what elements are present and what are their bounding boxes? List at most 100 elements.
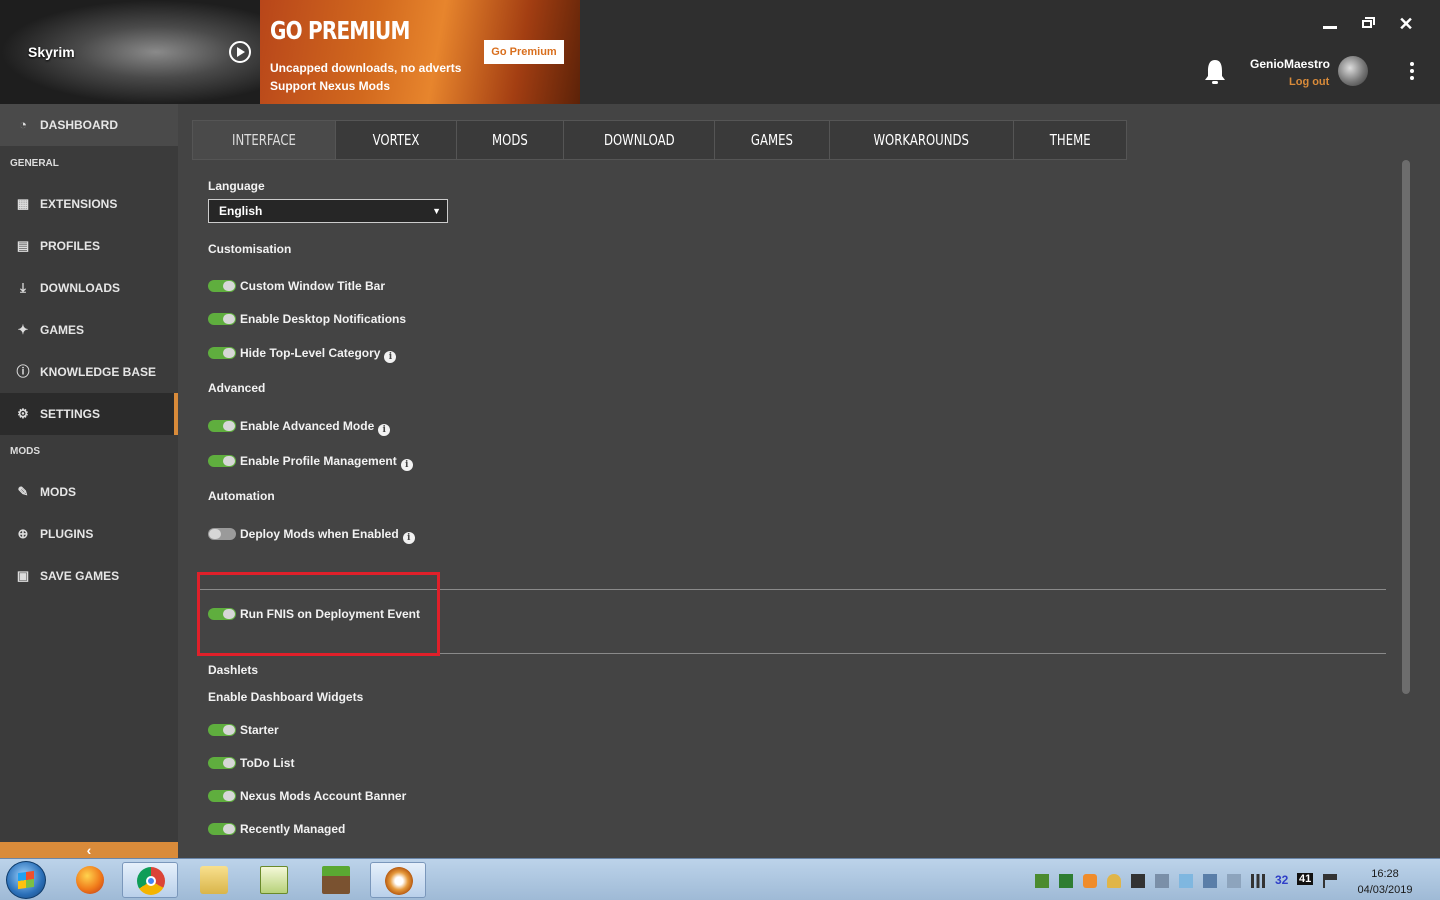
chevron-down-icon: ▼ bbox=[432, 206, 441, 216]
tray-app-icon[interactable] bbox=[1059, 874, 1073, 888]
toggle-label: Custom Window Title Bar bbox=[240, 279, 386, 293]
plus-circle-icon: ⊕ bbox=[17, 526, 29, 541]
taskbar-chrome[interactable] bbox=[122, 862, 178, 898]
toggle-recently-managed[interactable] bbox=[208, 823, 236, 835]
premium-line2: Support Nexus Mods bbox=[270, 79, 391, 93]
toggle-custom-window-title-bar[interactable] bbox=[208, 280, 236, 292]
toggle-desktop-notifications[interactable] bbox=[208, 313, 236, 325]
wrench-icon: ✎ bbox=[17, 484, 29, 499]
go-premium-button[interactable]: Go Premium bbox=[484, 40, 564, 64]
flag-icon[interactable] bbox=[1323, 874, 1337, 888]
tab-interface[interactable]: INTERFACE bbox=[192, 120, 335, 160]
tab-vortex[interactable]: VORTEX bbox=[334, 120, 456, 160]
taskbar: 32 41 16:28 04/03/2019 bbox=[0, 858, 1440, 900]
toggle-label-hide-top-level: Hide Top-Level Category i bbox=[240, 346, 397, 363]
sidebar-item-mods[interactable]: ✎ MODS bbox=[0, 471, 178, 513]
toggle-label-advanced-mode: Enable Advanced Mode i bbox=[240, 419, 391, 436]
sidebar-item-profiles[interactable]: ▤ PROFILES bbox=[0, 225, 178, 267]
logout-link[interactable]: Log out bbox=[1289, 76, 1329, 88]
info-icon[interactable]: i bbox=[402, 532, 415, 544]
settings-scrollbar[interactable] bbox=[1402, 160, 1410, 694]
section-heading-mods: MODS bbox=[10, 446, 40, 457]
sidebar-item-label: MODS bbox=[40, 485, 76, 499]
gamepad-icon: ✦ bbox=[17, 322, 29, 337]
save-icon: ▣ bbox=[16, 568, 30, 583]
tray-monitor-icon[interactable] bbox=[1131, 874, 1145, 888]
play-icon[interactable] bbox=[229, 41, 251, 63]
toggle-label-deploy-mods: Deploy Mods when Enabled i bbox=[240, 527, 415, 544]
nvidia-icon[interactable] bbox=[1035, 874, 1049, 888]
sidebar-item-save-games[interactable]: ▣ SAVE GAMES bbox=[0, 555, 178, 597]
toggle-label: Recently Managed bbox=[240, 822, 346, 836]
close-icon[interactable]: ✕ bbox=[1393, 12, 1419, 36]
clock-date: 04/03/2019 bbox=[1357, 884, 1413, 896]
taskbar-minecraft[interactable] bbox=[308, 862, 364, 898]
info-icon[interactable]: i bbox=[400, 459, 413, 471]
speaker-icon[interactable] bbox=[1227, 874, 1241, 888]
toggle-label: Starter bbox=[240, 723, 279, 737]
minimize-icon[interactable] bbox=[1317, 12, 1343, 36]
language-select[interactable]: English ▼ bbox=[208, 199, 448, 223]
game-tile[interactable]: Skyrim bbox=[0, 0, 260, 104]
tab-download[interactable]: DOWNLOAD bbox=[562, 120, 715, 160]
sidebar-item-extensions[interactable]: ▦ EXTENSIONS bbox=[0, 183, 178, 225]
sidebar-item-plugins[interactable]: ⊕ PLUGINS bbox=[0, 513, 178, 555]
toggle-account-banner[interactable] bbox=[208, 790, 236, 802]
toggle-advanced-mode[interactable] bbox=[208, 420, 236, 432]
start-button[interactable] bbox=[6, 861, 46, 899]
sidebar-item-label: PLUGINS bbox=[40, 527, 94, 541]
language-label: Language bbox=[208, 179, 265, 193]
game-name: Skyrim bbox=[28, 44, 75, 60]
sidebar: ◔ DASHBOARD GENERAL ▦ EXTENSIONS ▤ PROFI… bbox=[0, 104, 178, 858]
toggle-todo-list[interactable] bbox=[208, 757, 236, 769]
avatar[interactable] bbox=[1338, 56, 1368, 86]
sidebar-item-settings[interactable]: ⚙ SETTINGS bbox=[0, 393, 178, 435]
sidebar-item-downloads[interactable]: ⤓ DOWNLOADS bbox=[0, 267, 178, 309]
toggle-deploy-mods-when-enabled[interactable] bbox=[208, 528, 236, 540]
toggle-label-profile-management: Enable Profile Management i bbox=[240, 454, 413, 471]
chrome-icon bbox=[137, 867, 165, 895]
toggle-starter[interactable] bbox=[208, 724, 236, 736]
clock-time: 16:28 bbox=[1371, 868, 1399, 880]
toggle-profile-management[interactable] bbox=[208, 455, 236, 467]
taskbar-notepad[interactable] bbox=[246, 862, 302, 898]
sidebar-item-games[interactable]: ✦ GAMES bbox=[0, 309, 178, 351]
tray-number-32[interactable]: 32 bbox=[1275, 873, 1288, 887]
tray-number-41[interactable]: 41 bbox=[1297, 873, 1314, 885]
tab-theme[interactable]: THEME bbox=[1012, 120, 1127, 160]
language-value: English bbox=[219, 204, 263, 218]
collapse-sidebar-icon[interactable]: ‹ bbox=[0, 842, 178, 858]
toggle-hide-top-level-category[interactable] bbox=[208, 347, 236, 359]
taskbar-firefox[interactable] bbox=[62, 862, 118, 898]
premium-banner[interactable]: GO PREMIUM Uncapped downloads, no advert… bbox=[260, 0, 580, 104]
sidebar-item-knowledge-base[interactable]: ⓘ KNOWLEDGE BASE bbox=[0, 351, 178, 393]
tray-vortex-icon[interactable] bbox=[1107, 874, 1121, 888]
signal-icon[interactable] bbox=[1251, 874, 1265, 888]
info-icon[interactable]: i bbox=[384, 351, 397, 363]
clock[interactable]: 16:28 04/03/2019 bbox=[1352, 866, 1418, 898]
tray-cursor-icon[interactable] bbox=[1155, 874, 1169, 888]
toggle-label: Hide Top-Level Category bbox=[240, 346, 381, 360]
tab-workarounds[interactable]: WORKAROUNDS bbox=[829, 120, 1013, 160]
tray-orange-icon[interactable] bbox=[1083, 874, 1097, 888]
sidebar-item-label: GAMES bbox=[40, 323, 85, 337]
highlight-annotation bbox=[197, 572, 440, 656]
sidebar-item-label: SETTINGS bbox=[40, 407, 101, 421]
grass-block-icon bbox=[322, 866, 350, 894]
bell-icon[interactable] bbox=[1203, 58, 1227, 86]
settings-panel bbox=[192, 160, 1402, 840]
tab-mods[interactable]: MODS bbox=[455, 120, 563, 160]
toggle-label: ToDo List bbox=[240, 756, 295, 770]
taskbar-vortex[interactable] bbox=[370, 862, 426, 898]
folder-icon bbox=[200, 866, 228, 894]
restore-icon[interactable] bbox=[1355, 12, 1381, 36]
tab-games[interactable]: GAMES bbox=[714, 120, 830, 160]
kebab-menu-icon[interactable] bbox=[1404, 60, 1420, 82]
tray-network-icon[interactable] bbox=[1179, 874, 1193, 888]
info-icon[interactable]: i bbox=[378, 424, 391, 436]
sidebar-item-dashboard[interactable]: ◔ DASHBOARD bbox=[0, 104, 178, 146]
taskbar-explorer[interactable] bbox=[186, 862, 242, 898]
sidebar-item-label: PROFILES bbox=[40, 239, 101, 253]
tray-wifi-icon[interactable] bbox=[1203, 874, 1217, 888]
sidebar-item-label: EXTENSIONS bbox=[40, 197, 118, 211]
